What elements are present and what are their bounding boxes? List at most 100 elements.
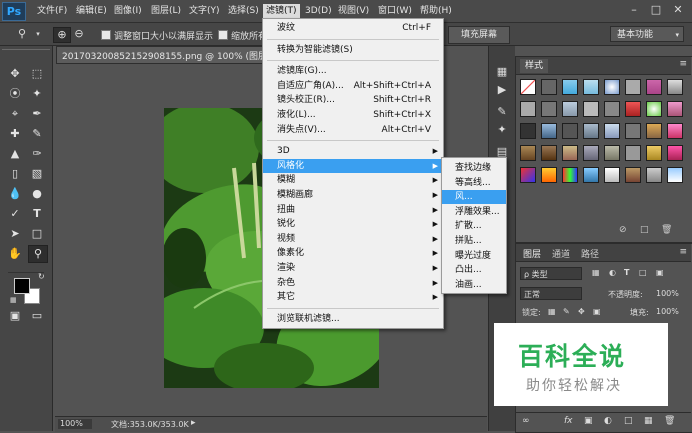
opacity-value[interactable]: 100% bbox=[656, 289, 679, 298]
filter-menu-item[interactable]: 其它 ▶ bbox=[263, 290, 443, 304]
style-swatch[interactable] bbox=[520, 167, 536, 183]
minimize-icon[interactable]: – bbox=[626, 3, 642, 17]
stylize-submenu-item[interactable]: 油画... bbox=[442, 278, 506, 292]
menu-type[interactable]: 文字(Y) bbox=[186, 4, 223, 19]
style-swatch[interactable] bbox=[646, 145, 662, 161]
style-swatch[interactable] bbox=[646, 101, 662, 117]
filter-pixel-icon[interactable]: ▦ bbox=[592, 268, 600, 277]
close-icon[interactable]: ✕ bbox=[670, 3, 686, 17]
style-swatch[interactable] bbox=[646, 123, 662, 139]
type-tool-icon[interactable]: T bbox=[28, 206, 46, 222]
zoom-out-icon[interactable]: ⊖ bbox=[71, 27, 87, 41]
layer-style-icon[interactable]: fx bbox=[564, 416, 573, 426]
document-tab[interactable]: 20170320085215290815​5.png @ 100% (图层 0,… bbox=[56, 46, 301, 64]
menu-image[interactable]: 图像(I) bbox=[111, 4, 145, 19]
style-swatch[interactable] bbox=[625, 123, 641, 139]
eraser-tool-icon[interactable]: ▯ bbox=[6, 166, 24, 182]
menu-filter[interactable]: 滤镜(T) bbox=[263, 4, 300, 19]
pen-tool-icon[interactable]: ✓ bbox=[6, 206, 24, 222]
filter-menu-item[interactable]: 视频 ▶ bbox=[263, 232, 443, 246]
filter-menu-item[interactable]: 锐化 ▶ bbox=[263, 217, 443, 231]
gradient-tool-icon[interactable]: ▧ bbox=[28, 166, 46, 182]
style-swatch[interactable] bbox=[541, 123, 557, 139]
style-swatch[interactable] bbox=[667, 101, 683, 117]
zoom-all-checkbox[interactable] bbox=[218, 30, 228, 40]
status-menu-arrow-icon[interactable]: ▸ bbox=[191, 418, 196, 428]
filter-menu-item[interactable]: 风格化 ▶ bbox=[263, 158, 443, 173]
delete-style-icon[interactable]: 🗑 bbox=[661, 225, 672, 235]
swap-colors-icon[interactable]: ↻ bbox=[38, 272, 45, 281]
filter-menu-item[interactable]: 转换为智能滤镜(S) bbox=[263, 43, 443, 57]
stylize-submenu-item[interactable]: 等高线... bbox=[442, 176, 506, 190]
style-swatch[interactable] bbox=[583, 101, 599, 117]
style-swatch[interactable] bbox=[667, 79, 683, 95]
style-swatch[interactable] bbox=[541, 145, 557, 161]
style-swatch[interactable] bbox=[562, 123, 578, 139]
lock-transparent-icon[interactable]: ▦ bbox=[548, 307, 556, 316]
style-swatch[interactable] bbox=[541, 101, 557, 117]
fill-value[interactable]: 100% bbox=[656, 307, 679, 316]
style-swatch[interactable] bbox=[583, 167, 599, 183]
stylize-submenu-item[interactable]: 曝光过度 bbox=[442, 249, 506, 263]
zoom-tool-selected-icon[interactable]: ⚲ bbox=[28, 245, 48, 263]
menu-select[interactable]: 选择(S) bbox=[225, 4, 262, 19]
filter-menu-item[interactable]: 自适应广角(A)... Alt+Shift+Ctrl+A bbox=[263, 79, 443, 93]
tab-styles[interactable]: 样式 bbox=[520, 59, 548, 73]
history-panel-icon[interactable]: ▦ bbox=[493, 64, 511, 80]
style-swatch[interactable] bbox=[520, 145, 536, 161]
style-swatch[interactable] bbox=[520, 123, 536, 139]
style-swatch[interactable] bbox=[604, 167, 620, 183]
marquee-tool-icon[interactable]: ⬚ bbox=[28, 66, 46, 82]
panel-menu-icon[interactable]: ≡ bbox=[679, 59, 687, 69]
lock-image-icon[interactable]: ✎ bbox=[563, 307, 570, 316]
stylize-submenu-item[interactable]: 拼贴... bbox=[442, 234, 506, 248]
style-swatch[interactable] bbox=[520, 101, 536, 117]
tool-preset-chevron-icon[interactable]: ▾ bbox=[30, 27, 46, 41]
eyedropper-tool-icon[interactable]: ✒ bbox=[28, 106, 46, 122]
move-tool-icon[interactable]: ✥ bbox=[6, 66, 24, 82]
menu-view[interactable]: 视图(V) bbox=[335, 4, 372, 19]
filter-menu-item[interactable]: 3D ▶ bbox=[263, 144, 443, 158]
filter-menu-item[interactable]: 镜头校正(R)... Shift+Ctrl+R bbox=[263, 93, 443, 107]
default-colors-icon[interactable]: ▦ bbox=[10, 296, 17, 304]
stylize-submenu-item[interactable]: 查找边缘 bbox=[442, 161, 506, 175]
filter-menu-item[interactable]: 液化(L)... Shift+Ctrl+X bbox=[263, 108, 443, 122]
menu-edit[interactable]: 编辑(E) bbox=[73, 4, 110, 19]
filter-menu-item[interactable]: 浏览联机滤镜... bbox=[263, 312, 443, 326]
style-swatch[interactable] bbox=[604, 101, 620, 117]
blend-mode-select[interactable]: 正常 bbox=[520, 287, 582, 300]
style-swatch[interactable] bbox=[646, 167, 662, 183]
style-swatch[interactable] bbox=[583, 123, 599, 139]
link-layers-icon[interactable]: ∞ bbox=[522, 416, 530, 426]
history-brush-tool-icon[interactable]: ✑ bbox=[28, 146, 46, 162]
filter-menu-item[interactable]: 扭曲 ▶ bbox=[263, 203, 443, 217]
filter-menu-item[interactable]: 消失点(V)... Alt+Ctrl+V bbox=[263, 123, 443, 137]
zoom-in-icon[interactable]: ⊕ bbox=[53, 27, 71, 43]
menu-file[interactable]: 文件(F) bbox=[34, 4, 70, 19]
zoom-tool-icon[interactable]: ⚲ bbox=[14, 27, 30, 41]
lasso-tool-icon[interactable]: ⦿ bbox=[6, 86, 24, 102]
menu-3d[interactable]: 3D(D) bbox=[302, 4, 335, 19]
style-swatch[interactable] bbox=[625, 101, 641, 117]
tab-paths[interactable]: 路径 bbox=[581, 247, 599, 260]
style-swatch[interactable] bbox=[625, 145, 641, 161]
menu-window[interactable]: 窗口(W) bbox=[375, 4, 415, 19]
restore-icon[interactable]: □ bbox=[648, 3, 664, 17]
filter-menu-item[interactable]: 模糊 ▶ bbox=[263, 173, 443, 187]
actions-play-icon[interactable]: ▶ bbox=[493, 82, 511, 98]
magic-wand-tool-icon[interactable]: ✦ bbox=[28, 86, 46, 102]
panel-grip[interactable] bbox=[2, 49, 50, 54]
style-swatch[interactable] bbox=[604, 145, 620, 161]
filter-menu-item[interactable]: 渲染 ▶ bbox=[263, 261, 443, 275]
rectangle-tool-icon[interactable]: □ bbox=[28, 226, 46, 242]
style-swatch[interactable] bbox=[541, 79, 557, 95]
menu-layer[interactable]: 图层(L) bbox=[148, 4, 184, 19]
dodge-tool-icon[interactable]: ● bbox=[28, 186, 46, 202]
screen-mode-icon[interactable]: ▭ bbox=[28, 308, 46, 324]
new-style-icon[interactable]: □ bbox=[640, 225, 649, 235]
panel-menu-icon[interactable]: ≡ bbox=[679, 247, 687, 257]
blur-tool-icon[interactable]: 💧 bbox=[6, 186, 24, 202]
clone-source-icon[interactable]: ✦ bbox=[493, 122, 511, 138]
style-swatch[interactable] bbox=[562, 145, 578, 161]
hand-tool-icon[interactable]: ✋ bbox=[6, 246, 24, 262]
